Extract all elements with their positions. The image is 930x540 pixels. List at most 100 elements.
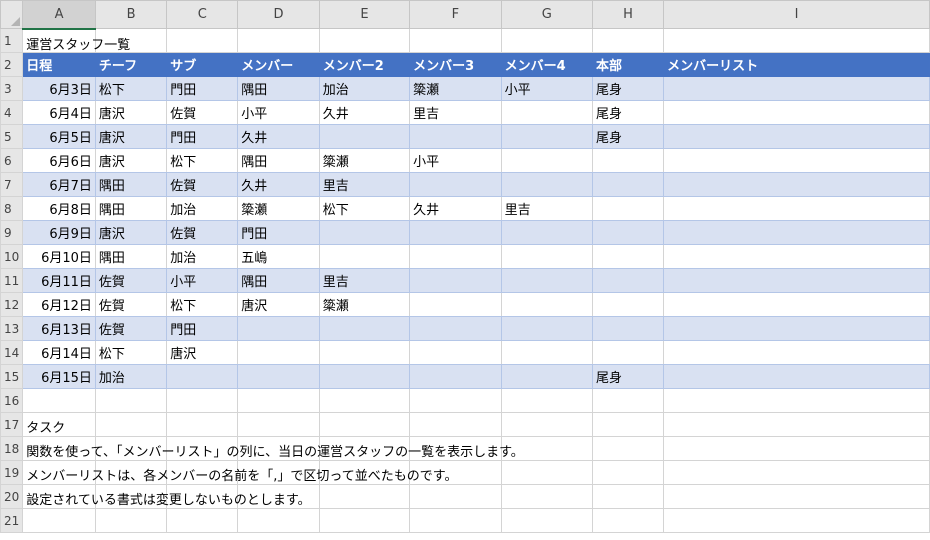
cell-chief[interactable]: 隅田 [94,196,168,221]
cell-member3[interactable]: 簗瀬 [409,76,502,101]
cell-member3[interactable] [409,124,502,149]
cell-member4[interactable] [500,292,594,317]
cell[interactable] [237,412,320,437]
row-header[interactable]: 20 [0,484,24,509]
cell[interactable] [409,508,502,533]
cell-chief[interactable]: 隅田 [94,172,168,197]
row-header[interactable]: 4 [0,100,24,125]
cell-member4[interactable] [500,172,594,197]
cell-chief[interactable]: 松下 [94,340,168,365]
cell-member2[interactable] [318,364,411,389]
cell-headquarters[interactable] [592,340,665,365]
cell[interactable] [663,508,930,533]
cell-member-list[interactable] [663,316,930,341]
cell-date[interactable]: 6月12日 [22,292,96,317]
cell-member2[interactable] [318,244,411,269]
cell-date[interactable]: 6月15日 [22,364,96,389]
row-header[interactable]: 12 [0,292,24,317]
cell[interactable] [500,388,594,413]
header-cell-headquarters[interactable]: 本部 [592,52,665,77]
cell-member2[interactable]: 簗瀬 [318,148,411,173]
cell[interactable] [166,28,239,53]
column-header-i[interactable]: I [663,0,930,29]
cell[interactable] [166,412,239,437]
cell-headquarters[interactable] [592,316,665,341]
cell-member4[interactable] [500,148,594,173]
cell-member[interactable] [237,364,320,389]
cell[interactable] [663,412,930,437]
cell-member[interactable] [237,340,320,365]
cell[interactable]: 設定されている書式は変更しないものとします。 [22,484,311,509]
cell-chief[interactable]: 佐賀 [94,316,168,341]
cell-member4[interactable] [500,220,594,245]
cell[interactable] [663,388,930,413]
cell-member3[interactable] [409,268,502,293]
cell-member3[interactable]: 里吉 [409,100,502,125]
cell[interactable] [592,484,665,509]
cell[interactable] [592,28,665,53]
cell-member[interactable]: 門田 [237,220,320,245]
cell-member-list[interactable] [663,220,930,245]
cell-date[interactable]: 6月5日 [22,124,96,149]
header-cell-member2[interactable]: メンバー2 [318,52,411,77]
cell-chief[interactable]: 唐沢 [94,100,168,125]
column-header-a[interactable]: A [22,0,96,30]
cell-member3[interactable]: 久井 [409,196,502,221]
cell[interactable]: タスク [22,412,96,437]
cell-member4[interactable] [500,244,594,269]
cell[interactable] [409,28,502,53]
cell-member[interactable]: 簗瀬 [237,196,320,221]
header-cell-member3[interactable]: メンバー3 [409,52,502,77]
cell[interactable] [318,28,411,53]
cell[interactable]: 関数を使って、「メンバーリスト」の列に、当日の運営スタッフの一覧を表示します。 [22,436,524,461]
cell[interactable] [500,508,594,533]
cell-member2[interactable]: 久井 [318,100,411,125]
cell-sub[interactable]: 佐賀 [166,172,239,197]
cell-date[interactable]: 6月4日 [22,100,96,125]
cell-chief[interactable]: 佐賀 [94,268,168,293]
cell-member[interactable]: 隅田 [237,76,320,101]
cell-member-list[interactable] [663,244,930,269]
header-cell-date[interactable]: 日程 [22,52,96,77]
cell-headquarters[interactable]: 尾身 [592,124,665,149]
cell[interactable] [592,460,665,485]
cell[interactable] [592,436,665,461]
cell-date[interactable]: 6月10日 [22,244,96,269]
cell-member-list[interactable] [663,172,930,197]
cell[interactable] [237,508,320,533]
cell-member4[interactable] [500,268,594,293]
header-cell-member-list[interactable]: メンバーリスト [663,52,930,77]
row-header[interactable]: 16 [0,388,24,413]
cell-sub[interactable]: 小平 [166,268,239,293]
row-header[interactable]: 11 [0,268,24,293]
header-cell-chief[interactable]: チーフ [94,52,168,77]
cell-headquarters[interactable]: 尾身 [592,100,665,125]
cell-member2[interactable]: 松下 [318,196,411,221]
row-header[interactable]: 15 [0,364,24,389]
cell[interactable] [94,388,168,413]
cell-member4[interactable]: 小平 [500,76,594,101]
row-header[interactable]: 3 [0,76,24,101]
cell-headquarters[interactable] [592,292,665,317]
cell-member-list[interactable] [663,148,930,173]
column-header-h[interactable]: H [592,0,665,29]
cell[interactable] [500,412,594,437]
column-header-d[interactable]: D [237,0,320,29]
cell[interactable] [409,484,502,509]
cell-date[interactable]: 6月11日 [22,268,96,293]
header-cell-member4[interactable]: メンバー4 [500,52,594,77]
row-header[interactable]: 9 [0,220,24,245]
cell-member[interactable]: 五嶋 [237,244,320,269]
cell[interactable] [592,508,665,533]
header-cell-sub[interactable]: サブ [166,52,239,77]
cell-headquarters[interactable] [592,244,665,269]
cell[interactable] [500,28,594,53]
cell-member[interactable] [237,316,320,341]
cell-member-list[interactable] [663,268,930,293]
select-all-corner[interactable] [0,0,24,29]
cell[interactable] [318,484,411,509]
cell-member-list[interactable] [663,124,930,149]
cell-member[interactable]: 久井 [237,124,320,149]
cell-sub[interactable]: 門田 [166,76,239,101]
cell-member[interactable]: 隅田 [237,148,320,173]
